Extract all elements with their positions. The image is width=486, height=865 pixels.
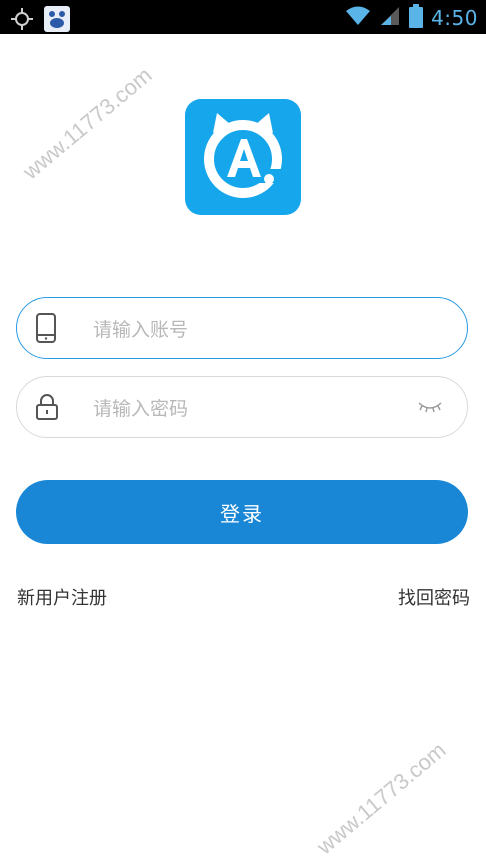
account-input[interactable]: 请输入账号	[16, 297, 468, 359]
battery-icon	[409, 4, 424, 32]
forgot-password-link[interactable]: 找回密码	[398, 584, 470, 610]
wifi-icon	[345, 6, 371, 30]
login-button[interactable]: 登录	[16, 480, 468, 544]
password-placeholder: 请输入密码	[93, 397, 189, 420]
status-bar: 4:50	[0, 0, 486, 34]
app-logo	[185, 99, 301, 215]
account-placeholder: 请输入账号	[93, 318, 189, 341]
watermark-top: www.11773.com	[18, 62, 157, 185]
login-button-label: 登录	[220, 501, 264, 526]
signal-icon	[379, 6, 401, 30]
cat-logo-icon	[204, 113, 283, 198]
watermark-bottom: www.11773.com	[312, 737, 451, 860]
password-input[interactable]: 请输入密码	[16, 376, 468, 438]
gps-icon	[10, 7, 34, 35]
baidu-app-icon	[44, 6, 70, 36]
phone-icon	[35, 313, 85, 343]
clock: 4:50	[431, 6, 478, 30]
eye-closed-icon[interactable]	[417, 397, 443, 421]
register-link[interactable]: 新用户注册	[17, 584, 107, 610]
lock-icon	[35, 393, 85, 421]
